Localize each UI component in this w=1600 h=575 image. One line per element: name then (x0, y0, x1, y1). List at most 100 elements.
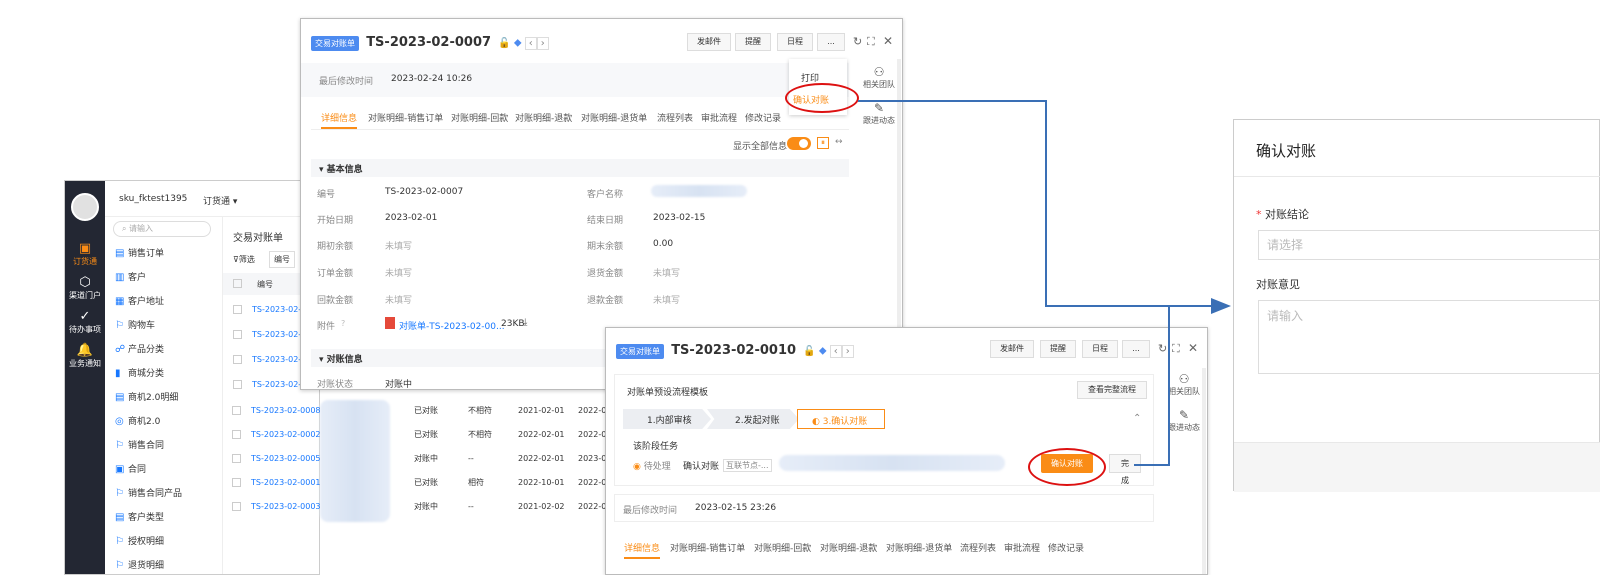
tab-detail[interactable]: 详细信息 (624, 541, 661, 559)
help-icon[interactable]: ? (341, 319, 345, 328)
table-row[interactable]: TS-2023-02-0008 (232, 398, 321, 424)
prev-icon[interactable]: ‹ (524, 36, 537, 50)
tab-refund[interactable]: 对账明细-退款 (515, 111, 572, 124)
avatar[interactable] (71, 193, 99, 221)
rail-item-channel[interactable]: ⬡ 渠道门户 (65, 275, 105, 301)
select-all-checkbox[interactable] (233, 279, 242, 288)
remind-button[interactable]: 提醒 (735, 33, 771, 51)
menu-item[interactable]: ⚐ 授权明细 (115, 533, 164, 551)
rail-item-todo[interactable]: ✓ 待办事项 (65, 309, 105, 335)
send-email-button[interactable]: 发邮件 (990, 340, 1034, 358)
side-team[interactable]: ⚇ 相关团队 (857, 65, 901, 90)
row-checkbox[interactable] (233, 305, 242, 314)
tab-payment[interactable]: 对账明细-回款 (451, 111, 508, 124)
pause-icon[interactable]: ⏸ (817, 137, 829, 149)
tab-sales-order[interactable]: 对账明细-销售订单 (670, 541, 745, 554)
close-icon[interactable]: ✕ (883, 34, 893, 48)
fullscreen-icon[interactable]: ⛶ (867, 35, 875, 49)
menu-print[interactable]: 打印 (801, 71, 819, 84)
table-row[interactable]: TS-2023-02-0005 (232, 446, 321, 472)
next-icon[interactable]: › (536, 36, 549, 50)
prev-icon[interactable]: ‹ (829, 344, 842, 358)
menu-item[interactable]: ▥ 客户 (115, 269, 146, 287)
menu-item[interactable]: ⚐ 购物车 (115, 317, 155, 335)
table-row[interactable]: TS-2023-02-0001 (232, 470, 321, 496)
expand-icon[interactable]: ↔ (835, 137, 843, 147)
menu-item[interactable]: ▣ 合同 (115, 461, 146, 479)
row-checkbox[interactable] (233, 355, 242, 364)
tag-icon[interactable]: ◆ (514, 38, 522, 49)
list-title: 交易对账单 (233, 233, 283, 244)
more-button[interactable]: ... (817, 33, 845, 51)
row-checkbox[interactable] (232, 454, 241, 463)
tab-change-log[interactable]: 修改记录 (745, 111, 781, 124)
fullscreen-icon[interactable]: ⛶ (1172, 342, 1180, 356)
send-email-button[interactable]: 发邮件 (687, 33, 731, 51)
menu-item[interactable]: ☍ 产品分类 (115, 341, 164, 359)
show-all-toggle[interactable] (787, 137, 811, 150)
row-checkbox[interactable] (232, 502, 241, 511)
table-row[interactable]: TS-2023-02-0 (233, 297, 306, 323)
section-basic[interactable]: ▾ 基本信息 (311, 159, 849, 177)
more-button[interactable]: ... (1122, 340, 1150, 358)
rail-item-notice[interactable]: 🔔 业务通知 (65, 343, 105, 369)
menu-item[interactable]: ▮ 商城分类 (115, 365, 164, 383)
filter-button[interactable]: ⊽筛选 (233, 254, 255, 265)
row-checkbox[interactable] (232, 430, 241, 439)
table-row[interactable]: TS-2023-02-0002 (232, 422, 321, 448)
download-icon[interactable]: ⤓ (523, 317, 527, 328)
tab-return[interactable]: 对账明细-退货单 (886, 541, 952, 554)
tab-change-log[interactable]: 修改记录 (1048, 541, 1084, 554)
tab-flow-list[interactable]: 流程列表 (960, 541, 996, 554)
row-checkbox[interactable] (233, 380, 242, 389)
window-header: 交易对账单 TS-2023-02-0010 🔓 ◆ ‹ › (616, 343, 854, 359)
row-checkbox[interactable] (233, 330, 242, 339)
tab-payment[interactable]: 对账明细-回款 (754, 541, 811, 554)
lock-icon[interactable]: 🔓 (803, 346, 815, 357)
opinion-textarea[interactable]: 请输入 (1258, 300, 1600, 374)
menu-item[interactable]: ▤ 销售订单 (115, 245, 164, 263)
tab-refund[interactable]: 对账明细-退款 (820, 541, 877, 554)
menu-item[interactable]: ▤ 客户类型 (115, 509, 164, 527)
remind-button[interactable]: 提醒 (1040, 340, 1076, 358)
menu-item[interactable]: ⚐ 销售合同产品 (115, 485, 182, 503)
schedule-button[interactable]: 日程 (1082, 340, 1118, 358)
close-icon[interactable]: ✕ (1188, 341, 1198, 355)
flow-step-1[interactable]: 1.内部审核 (623, 409, 711, 429)
table-row[interactable]: TS-2023-02-0 (233, 347, 306, 373)
row-checkbox[interactable] (232, 478, 241, 487)
menu-item[interactable]: ▦ 客户地址 (115, 293, 164, 311)
collapse-icon[interactable]: ⌃ (1133, 413, 1141, 424)
table-row[interactable]: TS-2023-02-0003 (232, 494, 321, 520)
app-switcher[interactable]: 订货通 ▾ (203, 194, 237, 207)
schedule-button[interactable]: 日程 (777, 33, 813, 51)
tab-return[interactable]: 对账明细-退货单 (581, 111, 647, 124)
side-follow[interactable]: ✎ 跟进动态 (857, 101, 901, 126)
tab-flow-list[interactable]: 流程列表 (657, 111, 693, 124)
lock-icon[interactable]: 🔓 (498, 38, 510, 49)
tab-approval[interactable]: 审批流程 (701, 111, 737, 124)
tab-sales-order[interactable]: 对账明细-销售订单 (368, 111, 443, 124)
row-checkbox[interactable] (232, 406, 241, 415)
table-row[interactable]: TS-2023-02-0 (233, 372, 306, 398)
tab-approval[interactable]: 审批流程 (1004, 541, 1040, 554)
flow-step-3[interactable]: ◐ 3.确认对账 (797, 409, 885, 429)
next-icon[interactable]: › (841, 344, 854, 358)
table-row[interactable]: TS-2023-02-0 (233, 322, 306, 348)
refresh-icon[interactable]: ↻ (853, 35, 862, 48)
refresh-icon[interactable]: ↻ (1158, 342, 1167, 355)
tab-detail[interactable]: 详细信息 (321, 111, 358, 129)
menu-item[interactable]: ▤ 商机2.0明细 (115, 389, 178, 407)
view-full-flow-button[interactable]: 查看完整流程 (1077, 381, 1147, 399)
menu-item[interactable]: ⚐ 退货明细 (115, 557, 164, 574)
menu-item[interactable]: ⚐ 销售合同 (115, 437, 164, 455)
field-select[interactable]: 编号 (269, 251, 295, 268)
search-input[interactable]: ⌕ 请输入 (113, 221, 211, 237)
tag-icon[interactable]: ◆ (819, 346, 827, 357)
rail-item-order[interactable]: ▣ 订货通 (65, 241, 105, 267)
scrollbar[interactable] (1202, 368, 1206, 574)
flow-step-2[interactable]: 2.发起对账 (707, 409, 799, 429)
conclusion-select[interactable]: 请选择 (1258, 230, 1600, 260)
menu-item[interactable]: ◎ 商机2.0 (115, 413, 160, 431)
attachment-link[interactable]: 对账单-TS-2023-02-00... (399, 319, 505, 332)
